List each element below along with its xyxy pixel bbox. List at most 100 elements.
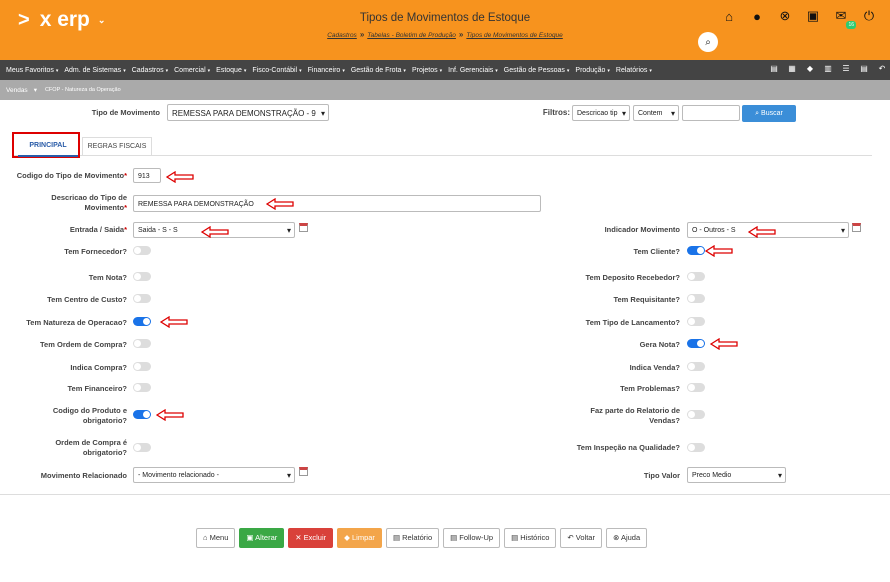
- search-icon[interactable]: ⌕: [698, 32, 718, 52]
- context-module[interactable]: Vendas: [6, 87, 28, 94]
- logo-text: x erp: [39, 8, 90, 31]
- menu-financeiro[interactable]: Financeiro ▾: [308, 67, 345, 74]
- toggle-label: Tem Natureza de Operacao?: [26, 318, 127, 327]
- mov-relacionado-select[interactable]: - Movimento relacionado -: [133, 467, 295, 483]
- annotation-arrow-icon: [710, 338, 738, 350]
- menu-inf-gerenciais[interactable]: Inf. Gerenciais ▾: [448, 67, 498, 74]
- calendar-icon[interactable]: [299, 223, 308, 232]
- annotation-arrow-icon: [266, 198, 294, 210]
- followup-button[interactable]: ▤ Follow-Up: [443, 528, 501, 548]
- tem-natureza-operacao-toggle[interactable]: [133, 317, 151, 326]
- menu-relatorios[interactable]: Relatórios ▾: [616, 67, 652, 74]
- tab-principal[interactable]: PRINCIPAL: [18, 137, 78, 157]
- page-title: Tipos de Movimentos de Estoque: [359, 12, 531, 24]
- toggle-label: Gera Nota?: [639, 340, 680, 349]
- tab-regras-fiscais[interactable]: REGRAS FISCAIS: [82, 137, 152, 155]
- menu-producao[interactable]: Produção ▾: [575, 67, 609, 74]
- tem-ordem-compra-toggle[interactable]: [133, 339, 151, 348]
- descricao-input[interactable]: REMESSA PARA DEMONSTRAÇÃO: [133, 195, 541, 212]
- menu-gestao-pessoas[interactable]: Gestão de Pessoas ▾: [504, 67, 570, 74]
- chevron-down-icon[interactable]: ⌄: [98, 15, 106, 26]
- toggle-label: Tem Centro de Custo?: [47, 295, 127, 304]
- buscar-button[interactable]: ⌕ Buscar: [742, 105, 796, 122]
- calendar-icon[interactable]: [299, 467, 308, 476]
- list-icon: ▤: [450, 533, 460, 542]
- annotation-arrow-icon: [160, 316, 188, 328]
- relatorio-button[interactable]: ▤ Relatório: [385, 528, 440, 548]
- app-logo[interactable]: > x erp ⌄: [18, 8, 105, 32]
- tem-centro-custo-toggle[interactable]: [133, 294, 151, 303]
- grid-icon[interactable]: ▥: [824, 64, 832, 73]
- context-item[interactable]: CFOP - Natureza da Operação: [45, 87, 121, 93]
- codigo-produto-obrigatorio-toggle[interactable]: [133, 410, 151, 419]
- entrada-saida-label: Entrada / Saida*: [69, 225, 127, 234]
- support-icon[interactable]: ⊗: [778, 8, 792, 24]
- excluir-button[interactable]: ✕ Excluir: [288, 528, 334, 548]
- menu-cadastros[interactable]: Cadastros ▾: [132, 67, 168, 74]
- breadcrumb-tabelas[interactable]: Tabelas - Boletim de Produção: [367, 32, 456, 39]
- id-card-icon[interactable]: ▣: [806, 8, 820, 24]
- lock-icon[interactable]: ▦: [788, 64, 796, 73]
- breadcrumb-tipos[interactable]: Tipos de Movimentos de Estoque: [466, 32, 562, 39]
- menu-projetos[interactable]: Projetos ▾: [412, 67, 442, 74]
- gera-nota-toggle[interactable]: [687, 339, 705, 348]
- main-menu: Meus Favoritos ▾ Adm. de Sistemas ▾ Cadast…: [0, 60, 890, 80]
- relatorio-vendas-toggle[interactable]: [687, 410, 705, 419]
- calendar-icon[interactable]: [852, 223, 861, 232]
- tipo-movimento-select[interactable]: REMESSA PARA DEMONSTRAÇÃO - 9: [167, 104, 329, 122]
- toggle-label: Tem Inspeção na Qualidade?: [576, 443, 680, 452]
- table-icon[interactable]: ▤: [860, 64, 868, 73]
- context-module-caret: ▾: [33, 87, 37, 94]
- annotation-arrow-icon: [748, 226, 776, 238]
- indica-compra-toggle[interactable]: [133, 362, 151, 371]
- close-icon: ✕: [295, 533, 304, 542]
- codigo-input[interactable]: 913: [133, 168, 161, 183]
- notification-badge: 16: [846, 21, 856, 29]
- limpar-button[interactable]: ◆ Limpar: [337, 528, 382, 548]
- power-icon[interactable]: ⏻: [862, 8, 876, 24]
- eraser-icon[interactable]: ◆: [806, 64, 814, 73]
- toggle-label: Indica Compra?: [70, 363, 127, 372]
- menu-adm-sistemas[interactable]: Adm. de Sistemas ▾: [64, 67, 125, 74]
- tem-cliente-toggle[interactable]: [687, 246, 705, 255]
- save-icon[interactable]: ▤: [770, 64, 778, 73]
- filter-field-select[interactable]: Descricao tip: [572, 105, 630, 121]
- filter-value-input[interactable]: [682, 105, 740, 121]
- alterar-button[interactable]: ▣ Alterar: [239, 528, 285, 548]
- user-icon[interactable]: ●: [750, 9, 764, 24]
- toggle-label: Faz parte do Relatorio de Vendas?: [590, 406, 680, 425]
- ajuda-button[interactable]: ⊗ Ajuda: [605, 528, 648, 548]
- filter-operator-select[interactable]: Contem: [633, 105, 679, 121]
- inspecao-qualidade-toggle[interactable]: [687, 443, 705, 452]
- home-icon: ⌂: [203, 533, 210, 542]
- toggle-label: Tem Problemas?: [620, 384, 680, 393]
- historico-button[interactable]: ▤ Histórico: [504, 528, 557, 548]
- tipo-movimento-label: Tipo de Movimento: [91, 108, 160, 117]
- descricao-label: Descricao do Tipo de Movimento*: [51, 193, 127, 212]
- action-bar: ⌂ Menu ▣ Alterar ✕ Excluir ◆ Limpar ▤ Re…: [196, 528, 648, 548]
- menu-estoque[interactable]: Estoque ▾: [216, 67, 246, 74]
- tem-deposito-recebedor-toggle[interactable]: [687, 272, 705, 281]
- tipo-valor-label: Tipo Valor: [643, 471, 680, 480]
- menu-gestao-frota[interactable]: Gestão de Frota ▾: [351, 67, 406, 74]
- back-icon[interactable]: ↶: [878, 64, 886, 73]
- breadcrumb-cadastros[interactable]: Cadastros: [327, 32, 357, 39]
- tem-nota-toggle[interactable]: [133, 272, 151, 281]
- home-icon[interactable]: ⌂: [722, 9, 736, 24]
- menu-comercial[interactable]: Comercial ▾: [174, 67, 210, 74]
- menu-fisco-contabil[interactable]: Fisco-Contábil ▾: [252, 67, 301, 74]
- mov-relacionado-label: Movimento Relacionado: [40, 471, 127, 480]
- ordem-compra-obrigatorio-toggle[interactable]: [133, 443, 151, 452]
- tem-tipo-lancamento-toggle[interactable]: [687, 317, 705, 326]
- menu-meus-favoritos[interactable]: Meus Favoritos ▾: [6, 67, 58, 74]
- menu-button[interactable]: ⌂ Menu: [196, 528, 236, 548]
- tem-financeiro-toggle[interactable]: [133, 383, 151, 392]
- indica-venda-toggle[interactable]: [687, 362, 705, 371]
- mail-icon[interactable]: ✉ 16: [834, 8, 856, 29]
- tem-fornecedor-toggle[interactable]: [133, 246, 151, 255]
- tem-requisitante-toggle[interactable]: [687, 294, 705, 303]
- list-icon[interactable]: ☰: [842, 64, 850, 73]
- tem-problemas-toggle[interactable]: [687, 383, 705, 392]
- tipo-valor-select[interactable]: Preco Medio: [687, 467, 786, 483]
- voltar-button[interactable]: ↶ Voltar: [560, 528, 602, 548]
